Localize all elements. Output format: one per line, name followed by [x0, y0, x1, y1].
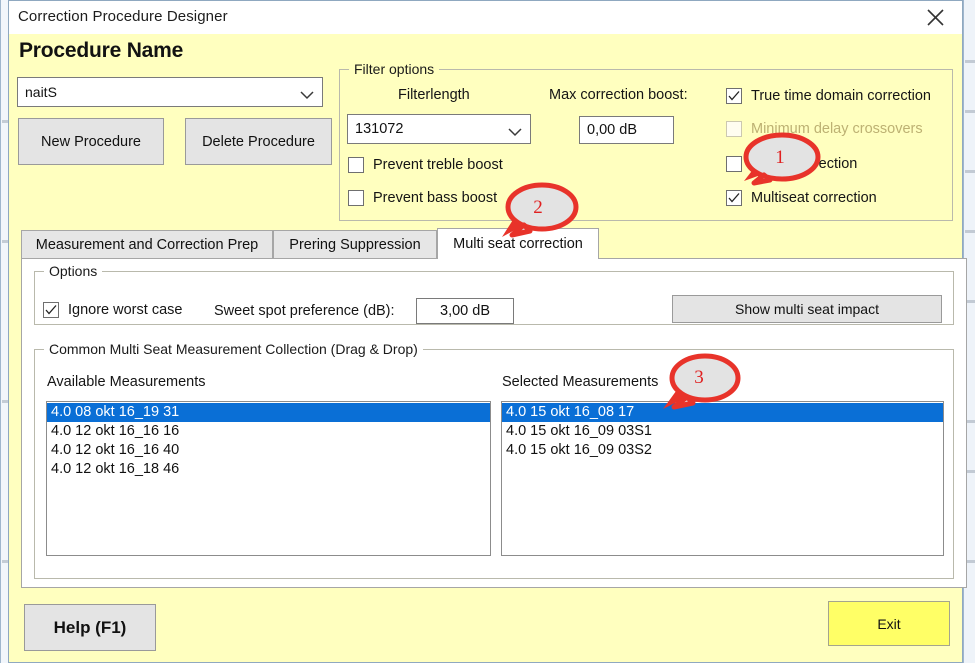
sweet-spot-preference-label: Sweet spot preference (dB): — [214, 303, 395, 319]
checkbox-box — [726, 190, 742, 206]
checkbox-box — [43, 302, 59, 318]
selected-measurements-label: Selected Measurements — [502, 374, 659, 390]
checkbox-label: Multiseat correction — [751, 190, 877, 206]
sweet-spot-preference-value: 3,00 dB — [440, 303, 490, 319]
show-multi-seat-impact-button[interactable]: Show multi seat impact — [672, 295, 942, 323]
checkbox-box — [348, 157, 364, 173]
close-icon[interactable] — [912, 1, 958, 34]
list-item[interactable]: 4.0 12 okt 16_18 46 — [47, 460, 490, 479]
measurement-collection-legend: Common Multi Seat Measurement Collection… — [44, 341, 423, 357]
checkbox-box — [726, 88, 742, 104]
page-title: Procedure Name — [19, 39, 184, 62]
checkbox-multiseat-correction[interactable]: Multiseat correction — [726, 190, 877, 206]
list-item[interactable]: 4.0 12 okt 16_16 40 — [47, 441, 490, 460]
title-bar: Correction Procedure Designer — [9, 1, 962, 34]
checkbox-box — [726, 121, 742, 137]
checkbox-prevent-bass-boost[interactable]: Prevent bass boost — [348, 190, 497, 206]
checkbox-label: Minimum delay crossovers — [751, 121, 923, 137]
tab-measurement-and-correction-prep[interactable]: Measurement and Correction Prep — [21, 230, 273, 258]
screen: Correction Procedure Designer Procedure … — [0, 0, 975, 663]
checkbox-label: Room correction — [751, 156, 858, 172]
chevron-down-icon — [508, 125, 522, 137]
filterlength-label: Filterlength — [398, 87, 470, 103]
checkbox-label: Prevent treble boost — [373, 157, 503, 173]
available-measurements-label: Available Measurements — [47, 374, 206, 390]
max-correction-boost-value: 0,00 dB — [587, 122, 637, 138]
help-button[interactable]: Help (F1) — [24, 604, 156, 651]
tab-multi-seat-correction[interactable]: Multi seat correction — [437, 228, 599, 259]
correction-procedure-designer-dialog: Correction Procedure Designer Procedure … — [8, 0, 967, 663]
checkbox-prevent-treble-boost[interactable]: Prevent treble boost — [348, 157, 503, 173]
sweet-spot-preference-input[interactable]: 3,00 dB — [416, 298, 514, 324]
checkbox-box — [726, 156, 742, 172]
checkbox-label: True time domain correction — [751, 88, 931, 104]
checkbox-room-correction[interactable]: Room correction — [726, 156, 857, 172]
max-correction-boost-input[interactable]: 0,00 dB — [579, 116, 674, 144]
checkbox-minimum-delay-crossovers: Minimum delay crossovers — [726, 121, 923, 137]
filterlength-combobox[interactable]: 131072 — [347, 114, 531, 144]
list-item[interactable]: 4.0 15 okt 16_09 03S2 — [502, 441, 943, 460]
list-item[interactable]: 4.0 08 okt 16_19 31 — [47, 403, 490, 422]
checkbox-label: Prevent bass boost — [373, 190, 498, 206]
window-title: Correction Procedure Designer — [18, 8, 228, 25]
chevron-down-icon — [300, 87, 314, 100]
max-correction-boost-label: Max correction boost: — [549, 87, 688, 103]
tab-prering-suppression[interactable]: Prering Suppression — [273, 230, 437, 258]
exit-button[interactable]: Exit — [828, 601, 950, 646]
options-legend: Options — [44, 263, 103, 279]
filter-options-legend: Filter options — [349, 61, 440, 77]
checkbox-label: Ignore worst case — [68, 302, 183, 318]
procedure-name-combobox[interactable]: naitS — [17, 77, 323, 107]
available-measurements-listbox[interactable]: 4.0 08 okt 16_19 31 4.0 12 okt 16_16 16 … — [46, 401, 491, 556]
checkbox-ignore-worst-case[interactable]: Ignore worst case — [43, 302, 182, 318]
checkbox-box — [348, 190, 364, 206]
selected-measurements-listbox[interactable]: 4.0 15 okt 16_08 17 4.0 15 okt 16_09 03S… — [501, 401, 944, 556]
procedure-name-value: naitS — [25, 84, 57, 100]
list-item[interactable]: 4.0 15 okt 16_09 03S1 — [502, 422, 943, 441]
list-item[interactable]: 4.0 12 okt 16_16 16 — [47, 422, 490, 441]
delete-procedure-button[interactable]: Delete Procedure — [185, 118, 332, 165]
list-item[interactable]: 4.0 15 okt 16_08 17 — [502, 403, 943, 422]
checkbox-true-time-domain-correction[interactable]: True time domain correction — [726, 88, 931, 104]
filterlength-value: 131072 — [355, 121, 404, 137]
new-procedure-button[interactable]: New Procedure — [18, 118, 164, 165]
